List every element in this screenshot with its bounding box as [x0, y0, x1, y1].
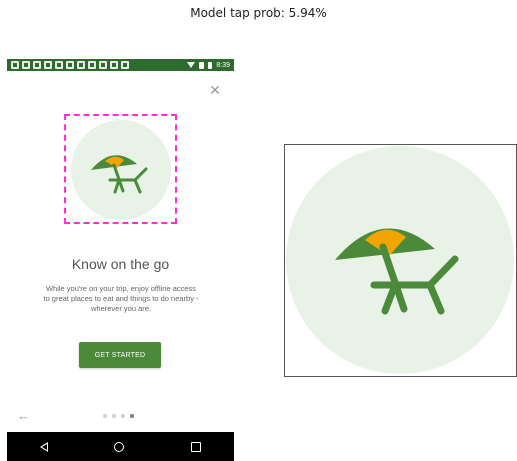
status-right: 8:39 — [187, 61, 230, 69]
notification-icon — [44, 61, 52, 69]
page-dot — [103, 414, 107, 418]
notification-icon — [121, 61, 129, 69]
notification-icon — [77, 61, 85, 69]
close-icon[interactable]: ✕ — [208, 83, 222, 97]
notification-icon — [11, 61, 19, 69]
page-dot — [121, 414, 125, 418]
page-description: While you're on your trip, enjoy offline… — [43, 284, 199, 313]
get-started-button[interactable]: GET STARTED — [79, 342, 161, 368]
notification-icon — [88, 61, 96, 69]
status-bar: 8:39 — [7, 59, 234, 71]
page-indicator — [103, 414, 134, 418]
page-dot — [112, 414, 116, 418]
nav-back-icon[interactable] — [40, 441, 49, 452]
zoomed-tap-target-panel — [284, 144, 517, 377]
notification-icon — [66, 61, 74, 69]
notification-icons — [11, 61, 129, 69]
page-title: Know on the go — [71, 256, 170, 272]
sim-icon — [199, 61, 205, 69]
android-nav-bar — [7, 432, 234, 461]
zoomed-beach-umbrella-illustration — [286, 146, 514, 374]
page-dot-active — [130, 414, 134, 418]
notification-icon — [33, 61, 41, 69]
status-time: 8:39 — [216, 61, 230, 69]
tap-target-highlight — [64, 114, 177, 224]
wifi-icon — [187, 62, 196, 68]
nav-home-icon[interactable] — [114, 441, 125, 452]
nav-recents-icon[interactable] — [190, 441, 201, 452]
notification-icon — [22, 61, 30, 69]
notification-icon — [110, 61, 118, 69]
battery-icon — [208, 61, 213, 69]
zoomed-illustration-circle — [286, 146, 514, 374]
notification-icon — [99, 61, 107, 69]
model-tap-probability-caption: Model tap prob: 5.94% — [190, 6, 327, 20]
notification-icon — [55, 61, 63, 69]
back-arrow-icon[interactable]: ← — [17, 409, 31, 423]
